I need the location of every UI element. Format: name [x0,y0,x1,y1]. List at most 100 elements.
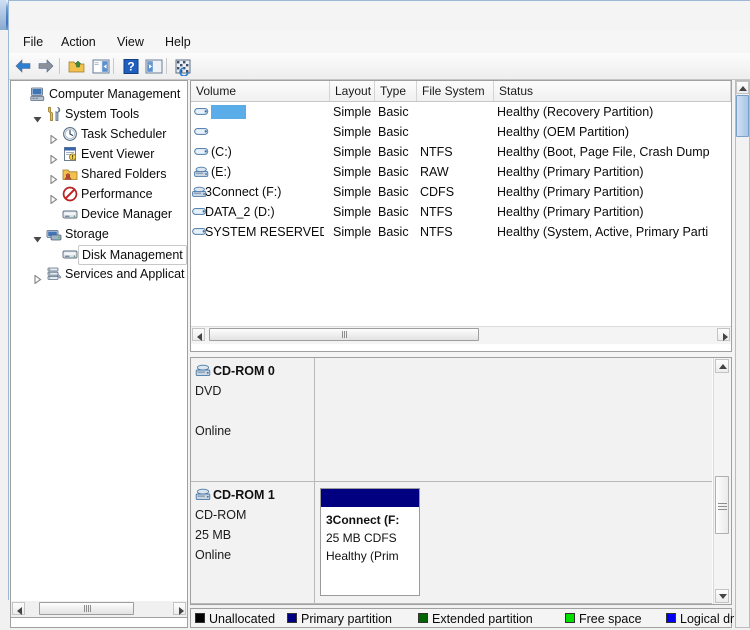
menu-item-view[interactable]: View [111,34,150,51]
column-header-layout[interactable]: Layout [330,81,375,101]
disk-partition-graph [315,358,712,481]
disk-name: CD-ROM 0 [213,364,275,378]
console-tree-pane: Computer Management System Tools Task Sche… [10,80,188,628]
sidebar-item-label: System Tools [65,107,140,121]
column-header-type[interactable]: Type [375,81,417,101]
cell-layout: Simple [333,165,372,179]
window-scroll-thumb[interactable] [736,95,749,137]
cell-volume [211,122,330,142]
table-row[interactable]: Simple Basic Healthy (OEM Partition) [191,122,731,142]
partition-legend: Unallocated Primary partition Extended par… [190,608,750,628]
tree-scroll-right-button[interactable] [173,602,186,615]
partition-color-bar [321,489,419,507]
disk-info-panel[interactable]: CD-ROM 0 DVD Online [191,358,315,481]
sidebar-item-computer-management[interactable]: Computer Management [11,84,187,104]
volume-list-hscrollbar[interactable] [191,326,731,344]
disk-scroll-thumb[interactable] [715,476,729,534]
disk-scroll-up-button[interactable] [715,359,729,373]
cell-volume: SYSTEM RESERVED [205,225,324,239]
toolbar-separator [59,58,60,74]
table-row[interactable]: SYSTEM RESERVED Simple Basic NTFS Healthy (S… [191,222,731,242]
show-hide-console-tree-icon [92,59,110,74]
sidebar-item-system-tools[interactable]: System Tools [11,104,187,124]
chevron-right-icon[interactable] [49,170,58,185]
up-folder-button[interactable] [66,56,88,76]
sidebar-item-storage[interactable]: Storage [11,224,187,244]
disk-management-icon [62,250,78,259]
table-row[interactable]: 3Connect (F:) Simple Basic CDFS Healthy (Pri… [191,182,731,202]
legend-swatch [666,613,676,623]
help-button[interactable]: ? [120,56,142,76]
sidebar-item-services-and-applicat[interactable]: Services and Applicat [11,264,187,285]
menu-item-action[interactable]: Action [55,34,102,51]
shared-folders-icon [62,169,78,180]
legend-label: Free space [579,612,642,626]
cell-type: Basic [378,225,409,239]
column-header-status[interactable]: Status [494,81,731,101]
menu-item-file[interactable]: File [17,34,49,51]
table-row[interactable]: DATA_2 (D:) Simple Basic NTFS Healthy (Prima… [191,202,731,222]
table-row[interactable]: Simple Basic Healthy (Recovery Partition) [191,102,731,122]
show-hide-console-tree-button[interactable] [90,56,112,76]
title-bar-left-cap [0,0,6,30]
cell-type: Basic [378,105,409,119]
svg-text:?: ? [127,60,134,74]
disk-info-panel[interactable]: CD-ROM 1 CD-ROM 25 MB Online [191,482,315,603]
back-arrow-button[interactable] [12,56,34,76]
show-hide-action-pane-icon [145,59,163,74]
volume-icon [194,107,209,115]
menu-item-help[interactable]: Help [159,34,197,51]
chevron-down-icon[interactable] [33,230,42,243]
disk-row[interactable]: CD-ROM 0 DVD Online [191,358,712,482]
forward-arrow-button[interactable] [35,56,57,76]
sidebar-item-label: Shared Folders [81,167,167,181]
disk-row[interactable]: CD-ROM 1 CD-ROM 25 MB Online 3Connect (F: 25 … [191,482,712,604]
legend-label: Extended partition [432,612,533,626]
partition-block[interactable]: 3Connect (F: 25 MB CDFS Healthy (Prim [320,488,420,596]
disk-name: CD-ROM 1 [213,488,275,502]
disk-state: Online [195,548,232,562]
sidebar-item-event-viewer[interactable]: Event Viewer [11,144,187,165]
cell-file-system: NTFS [420,225,453,239]
window-vscrollbar[interactable] [735,80,750,628]
table-row[interactable]: (E:) Simple Basic RAW Healthy (Primary Parti… [191,162,731,182]
legend-swatch [195,613,205,623]
volume-scroll-left-button[interactable] [192,328,205,341]
device-manager-icon [62,210,78,219]
table-row[interactable]: (C:) Simple Basic NTFS Healthy (Boot, Page F… [191,142,731,162]
console-tree-hscrollbar[interactable] [10,601,188,618]
sidebar-item-performance[interactable]: Performance [11,184,187,205]
sidebar-item-task-scheduler[interactable]: Task Scheduler [11,124,187,145]
volume-scroll-right-button[interactable] [717,328,730,341]
cell-file-system: NTFS [420,205,453,219]
sidebar-item-disk-management[interactable]: Disk Management [11,244,187,265]
chevron-right-icon[interactable] [49,150,58,165]
chevron-down-icon[interactable] [33,110,42,123]
chevron-right-icon[interactable] [49,130,58,145]
cell-volume: (C:) [211,145,232,159]
partition-label: 3Connect (F: [326,513,400,527]
volume-list: Volume Layout Type File System Status Simple… [190,80,732,352]
cell-status: Healthy (Primary Partition) [497,205,644,219]
sidebar-item-device-manager[interactable]: Device Manager [11,204,187,224]
cell-volume: (E:) [211,165,232,179]
sidebar-item-shared-folders[interactable]: Shared Folders [11,164,187,185]
cell-volume [211,102,330,122]
cell-status: Healthy (Boot, Page File, Crash Dump [497,145,710,159]
tree-scroll-left-button[interactable] [12,602,25,615]
chevron-right-icon[interactable] [49,190,58,205]
chevron-right-icon[interactable] [33,270,42,285]
system-tools-icon [48,107,61,121]
volume-scroll-thumb[interactable] [209,328,479,341]
disk-scroll-down-button[interactable] [715,589,729,603]
column-header-volume[interactable]: Volume [191,81,330,101]
sidebar-item-label: Device Manager [81,207,173,221]
cell-type: Basic [378,205,409,219]
column-header-file-system[interactable]: File System [417,81,494,101]
refresh-button[interactable] [172,56,194,77]
cell-status: Healthy (Recovery Partition) [497,105,654,119]
tree-scroll-thumb[interactable] [39,602,134,615]
disk-view-vscrollbar[interactable] [713,358,731,604]
show-hide-action-pane-button[interactable] [143,56,165,76]
window-scroll-up-button[interactable] [736,81,749,94]
